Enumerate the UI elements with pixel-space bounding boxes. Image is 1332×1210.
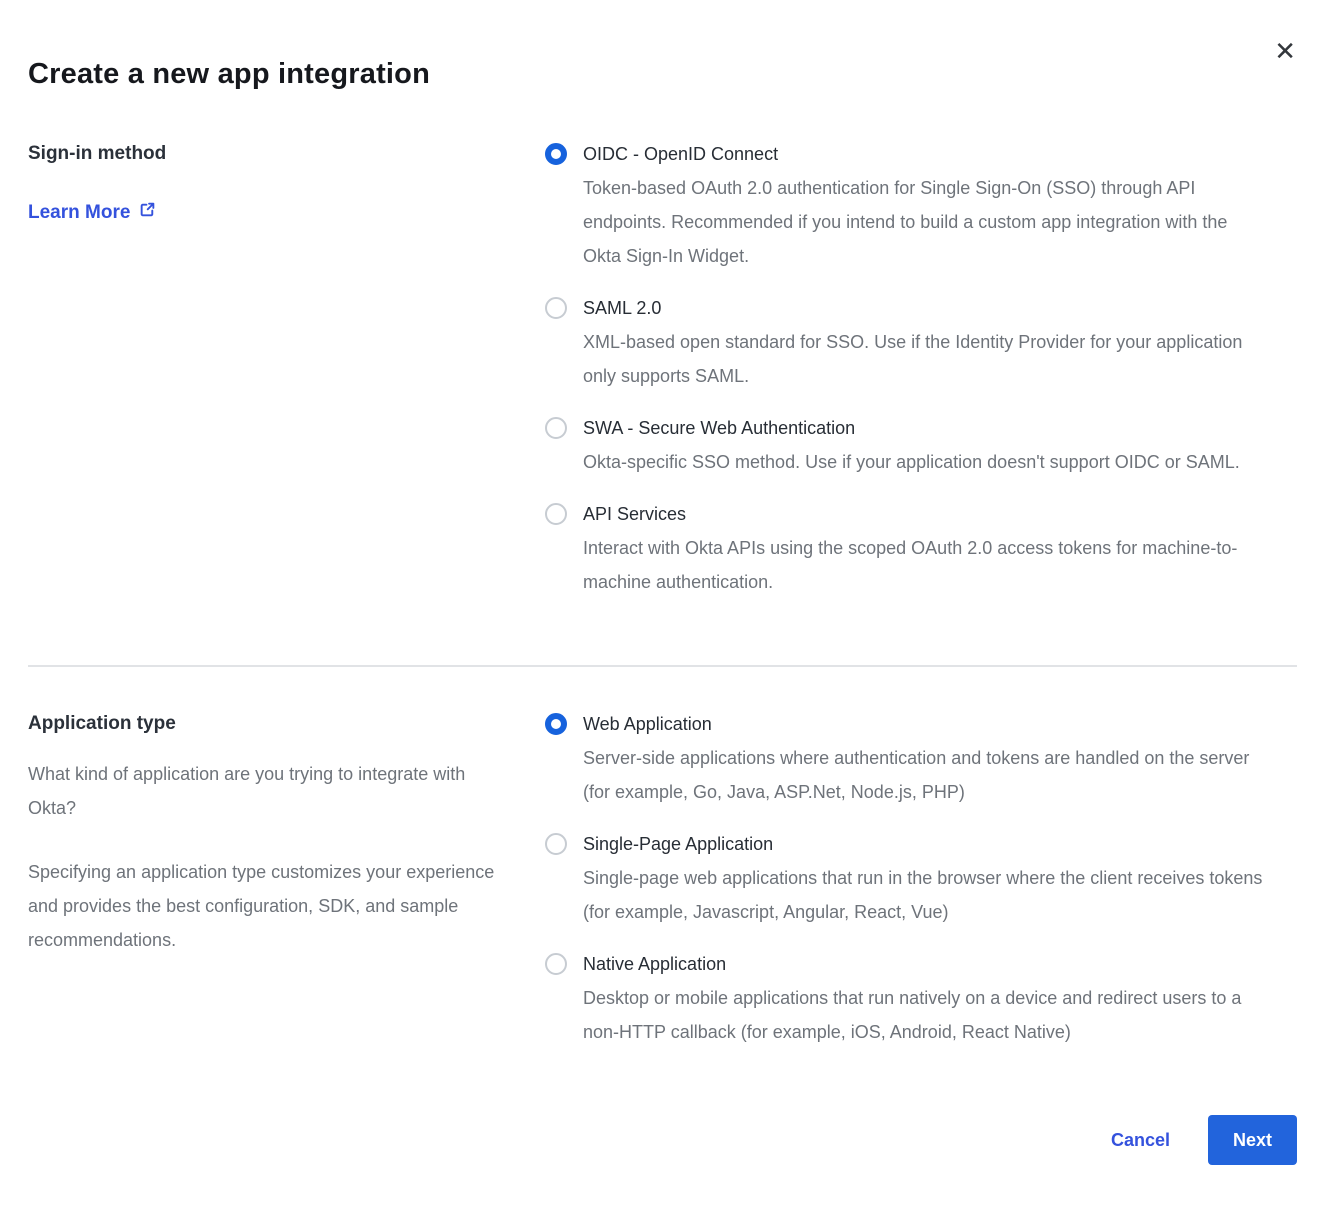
radio-option-single-page-application[interactable]: Single-Page Application Single-page web … — [545, 827, 1270, 929]
application-type-label: Application type — [28, 707, 518, 741]
radio-option-description: Server-side applications where authentic… — [583, 741, 1270, 809]
radio-option-web-application[interactable]: Web Application Server-side applications… — [545, 707, 1270, 809]
section-divider — [28, 665, 1297, 667]
close-icon: ✕ — [1274, 36, 1296, 66]
radio-selected-icon[interactable] — [545, 713, 567, 735]
radio-unselected-icon[interactable] — [545, 503, 567, 525]
learn-more-label: Learn More — [28, 202, 130, 224]
radio-option-description: Token-based OAuth 2.0 authentication for… — [583, 171, 1270, 273]
radio-option-label: OIDC - OpenID Connect — [583, 137, 1270, 171]
radio-unselected-icon[interactable] — [545, 297, 567, 319]
signin-method-label: Sign-in method — [28, 137, 518, 171]
radio-selected-icon[interactable] — [545, 143, 567, 165]
radio-option-label: Native Application — [583, 947, 1270, 981]
radio-option-label: API Services — [583, 497, 1270, 531]
radio-option-label: Web Application — [583, 707, 1270, 741]
cancel-button[interactable]: Cancel — [1111, 1130, 1170, 1151]
signin-method-section: Sign-in method Learn More OIDC - OpenID … — [28, 137, 1297, 617]
radio-option-label: SWA - Secure Web Authentication — [583, 411, 1240, 445]
radio-option-description: XML-based open standard for SSO. Use if … — [583, 325, 1270, 393]
radio-option-native-application[interactable]: Native Application Desktop or mobile app… — [545, 947, 1270, 1049]
radio-option-saml[interactable]: SAML 2.0 XML-based open standard for SSO… — [545, 291, 1270, 393]
signin-method-left-column: Sign-in method Learn More — [28, 137, 518, 617]
radio-option-swa[interactable]: SWA - Secure Web Authentication Okta-spe… — [545, 411, 1270, 479]
close-button[interactable]: ✕ — [1270, 34, 1300, 68]
radio-option-description: Interact with Okta APIs using the scoped… — [583, 531, 1270, 599]
radio-unselected-icon[interactable] — [545, 417, 567, 439]
application-type-intro: What kind of application are you trying … — [28, 757, 498, 825]
radio-option-description: Desktop or mobile applications that run … — [583, 981, 1270, 1049]
radio-unselected-icon[interactable] — [545, 833, 567, 855]
application-type-left-column: Application type What kind of applicatio… — [28, 707, 518, 1067]
next-button[interactable]: Next — [1208, 1115, 1297, 1165]
radio-option-api-services[interactable]: API Services Interact with Okta APIs usi… — [545, 497, 1270, 599]
radio-unselected-icon[interactable] — [545, 953, 567, 975]
application-type-options: Web Application Server-side applications… — [545, 707, 1270, 1067]
radio-option-label: SAML 2.0 — [583, 291, 1270, 325]
external-link-icon — [139, 201, 156, 224]
application-type-section: Application type What kind of applicatio… — [28, 707, 1297, 1067]
signin-method-options: OIDC - OpenID Connect Token-based OAuth … — [545, 137, 1270, 617]
radio-option-description: Single-page web applications that run in… — [583, 861, 1270, 929]
application-type-note: Specifying an application type customize… — [28, 855, 498, 957]
create-app-integration-dialog: ✕ Create a new app integration Sign-in m… — [0, 0, 1332, 1210]
radio-option-description: Okta-specific SSO method. Use if your ap… — [583, 445, 1240, 479]
page-title: Create a new app integration — [28, 58, 1297, 91]
dialog-footer: Cancel Next — [28, 1115, 1297, 1165]
radio-option-oidc[interactable]: OIDC - OpenID Connect Token-based OAuth … — [545, 137, 1270, 273]
learn-more-link[interactable]: Learn More — [28, 201, 156, 224]
radio-option-label: Single-Page Application — [583, 827, 1270, 861]
